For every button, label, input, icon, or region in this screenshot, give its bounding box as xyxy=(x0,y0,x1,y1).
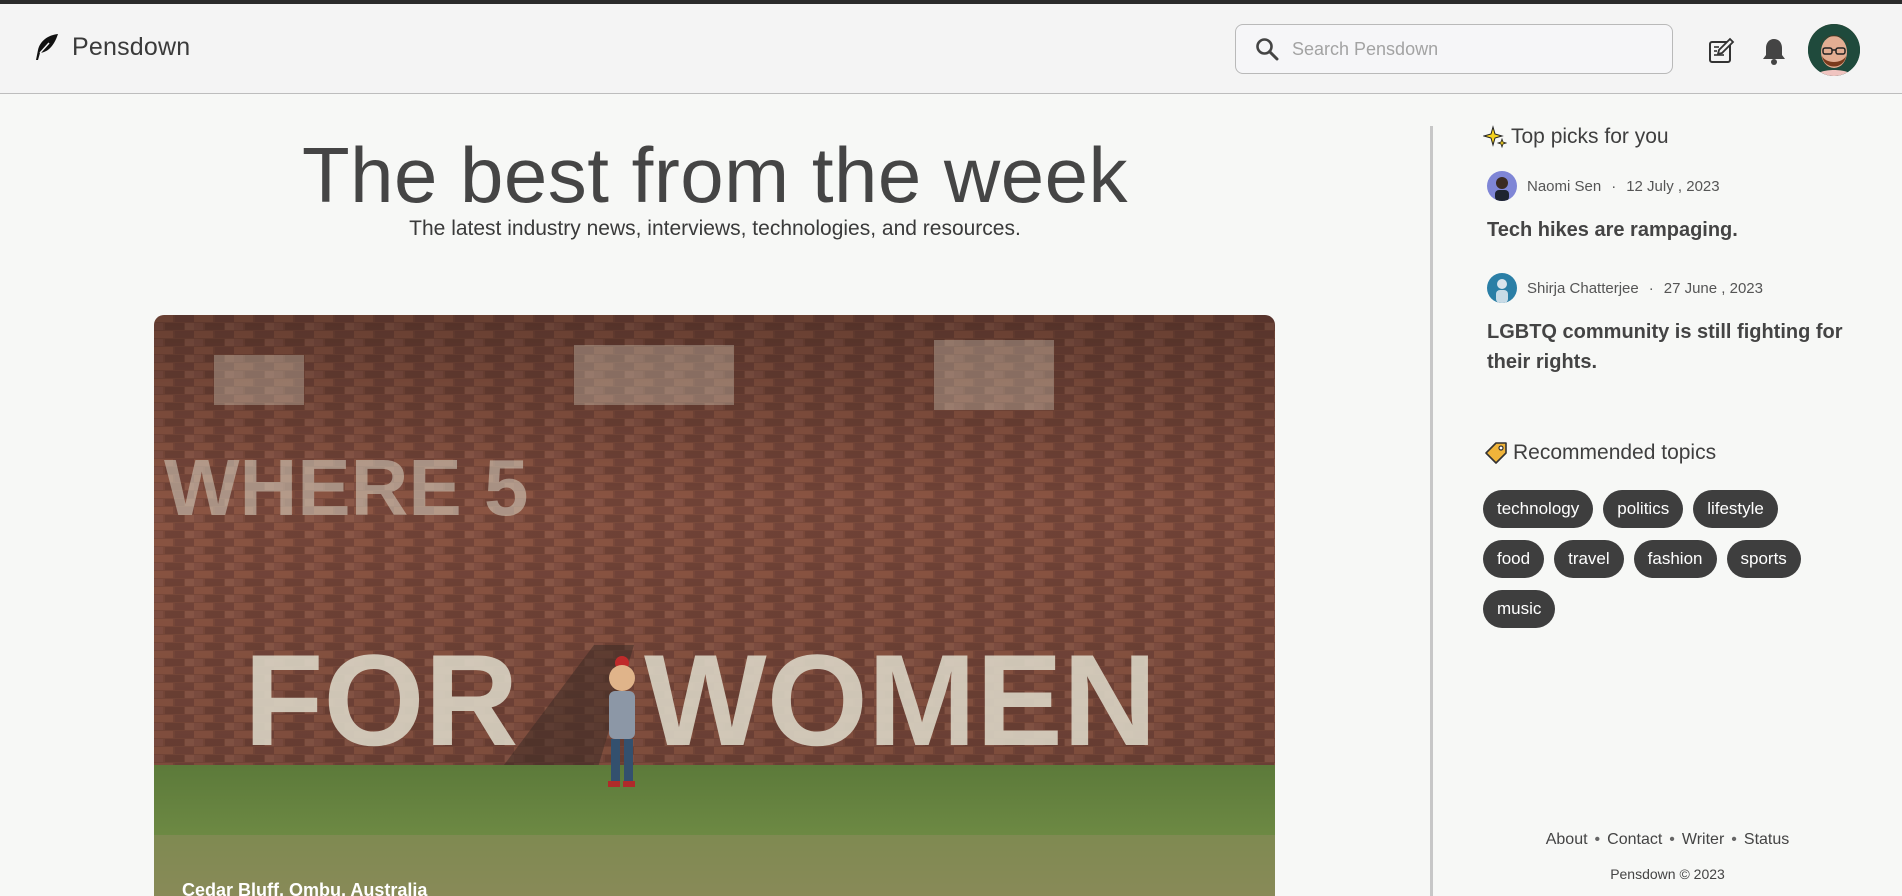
topic-tag[interactable]: fashion xyxy=(1633,540,1717,578)
footer-links: About • Contact • Writer • Status xyxy=(1433,831,1902,849)
topic-tag[interactable]: technology xyxy=(1483,490,1594,528)
author-name[interactable]: Naomi Sen xyxy=(1527,178,1601,195)
top-pick-item[interactable]: Naomi Sen · 12 July , 2023 Tech hikes ar… xyxy=(1487,171,1867,245)
brand-link[interactable]: Pensdown xyxy=(32,32,190,62)
separator-dot: · xyxy=(1611,177,1617,195)
topic-tag[interactable]: food xyxy=(1483,540,1545,578)
write-icon[interactable] xyxy=(1708,37,1736,65)
post-date: 27 June , 2023 xyxy=(1663,279,1763,297)
page-subtitle: The latest industry news, interviews, te… xyxy=(409,217,1021,240)
recommended-topics-heading: Recommended topics xyxy=(1483,440,1716,466)
main-content: The best from the week The latest indust… xyxy=(0,95,1430,896)
topic-tag[interactable]: politics xyxy=(1603,490,1684,528)
user-avatar[interactable] xyxy=(1808,24,1860,76)
footer-link-writer[interactable]: Writer xyxy=(1682,831,1724,848)
feather-logo-icon xyxy=(36,34,58,60)
tag-icon xyxy=(1485,442,1507,464)
svg-text:WOMEN: WOMEN xyxy=(644,627,1157,773)
recommended-topics-title: Recommended topics xyxy=(1513,441,1717,464)
author-name[interactable]: Shirja Chatterjee xyxy=(1527,280,1639,297)
brand-name: Pensdown xyxy=(72,32,191,61)
footer-dot: • xyxy=(1594,831,1601,848)
footer-dot: • xyxy=(1731,831,1737,848)
page-title: The best from the week xyxy=(301,131,1129,219)
topic-tag[interactable]: travel xyxy=(1554,540,1624,578)
author-avatar-image xyxy=(1487,273,1517,303)
separator-dot: · xyxy=(1648,279,1654,297)
footer-link-about[interactable]: About xyxy=(1546,831,1588,848)
copyright-text: Pensdown © 2023 xyxy=(1610,866,1725,882)
footer-link-contact[interactable]: Contact xyxy=(1607,831,1662,848)
author-avatar[interactable] xyxy=(1487,171,1517,201)
top-navbar: Pensdown xyxy=(0,4,1902,94)
post-date: 12 July , 2023 xyxy=(1626,177,1720,195)
search-icon xyxy=(1256,38,1279,61)
topic-tag[interactable]: lifestyle xyxy=(1693,490,1778,528)
svg-text:5: 5 xyxy=(484,443,529,532)
featured-image: WHERE 5 FOR WOMEN xyxy=(154,315,1275,896)
pick-title[interactable]: LGBTQ community is still fighting for th… xyxy=(1487,317,1867,377)
svg-text:FOR: FOR xyxy=(244,627,518,773)
pick-meta: Shirja Chatterjee · 27 June , 2023 xyxy=(1487,273,1867,303)
footer-link-status[interactable]: Status xyxy=(1744,831,1789,848)
pick-meta: Naomi Sen · 12 July , 2023 xyxy=(1487,171,1867,201)
featured-image-caption: Cedar Bluff, Ombu, Australia xyxy=(182,880,428,896)
author-avatar-image xyxy=(1487,171,1517,201)
right-sidebar: Top picks for you Naomi Sen · 12 July , … xyxy=(1433,95,1902,896)
svg-text:WHERE: WHERE xyxy=(164,443,462,532)
top-pick-item[interactable]: Shirja Chatterjee · 27 June , 2023 LGBTQ… xyxy=(1487,273,1867,377)
featured-article-card[interactable]: WHERE 5 FOR WOMEN Cedar Bluff, Ombu, Aus… xyxy=(154,315,1275,896)
top-picks-title: Top picks for you xyxy=(1511,125,1669,148)
topic-tag[interactable]: sports xyxy=(1726,540,1801,578)
top-picks-heading: Top picks for you xyxy=(1483,125,1669,149)
search-input[interactable] xyxy=(1292,38,1652,60)
pick-title[interactable]: Tech hikes are rampaging. xyxy=(1487,215,1867,245)
sparkles-icon xyxy=(1483,125,1507,149)
avatar-image xyxy=(1808,24,1860,76)
author-avatar[interactable] xyxy=(1487,273,1517,303)
footer-dot: • xyxy=(1669,831,1675,848)
topics-list: technology politics lifestyle food trave… xyxy=(1483,490,1843,628)
search-bar[interactable] xyxy=(1235,24,1673,74)
bell-icon[interactable] xyxy=(1761,36,1787,66)
topic-tag[interactable]: music xyxy=(1483,590,1556,628)
